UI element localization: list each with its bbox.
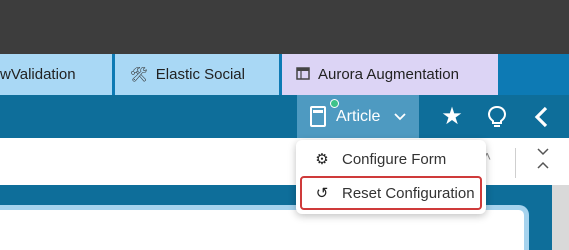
gear-icon: ⚙ [315,151,329,168]
menu-item-reset-configuration[interactable]: ↺ Reset Configuration [300,176,482,210]
scrollbar[interactable] [552,185,569,250]
tab-label: wValidation [0,66,76,83]
menu-item-label: Configure Form [342,150,447,168]
tab-strip: wValidation 🛠 Elastic Social Aurora Augm… [0,54,569,95]
document-icon [310,106,326,127]
document-type-menu: ⚙ Configure Form ↺ Reset Configuration [296,140,486,214]
tab-elastic-social[interactable]: 🛠 Elastic Social [115,54,279,95]
status-dot [330,99,339,108]
lightbulb-icon[interactable] [477,95,517,138]
chevron-down-icon [394,109,407,124]
reset-icon: ↺ [315,185,329,202]
collapse-icon[interactable] [536,146,550,174]
tab-validation[interactable]: wValidation [0,54,112,95]
divider [515,148,516,178]
document-type-label: Article [336,107,381,125]
star-icon[interactable]: ★ [432,95,472,138]
window-icon [296,66,310,83]
tab-label: Aurora Augmentation [318,66,459,83]
tab-aurora-augmentation[interactable]: Aurora Augmentation [282,54,498,95]
document-type-dropdown[interactable]: Article [297,95,419,138]
tools-icon: 🛠 [130,66,148,82]
menu-item-label: Reset Configuration [342,184,475,202]
top-bar [0,0,569,54]
tab-label: Elastic Social [155,66,245,83]
chevron-left-icon[interactable] [521,95,561,138]
menu-item-configure-form[interactable]: ⚙ Configure Form [296,142,486,176]
